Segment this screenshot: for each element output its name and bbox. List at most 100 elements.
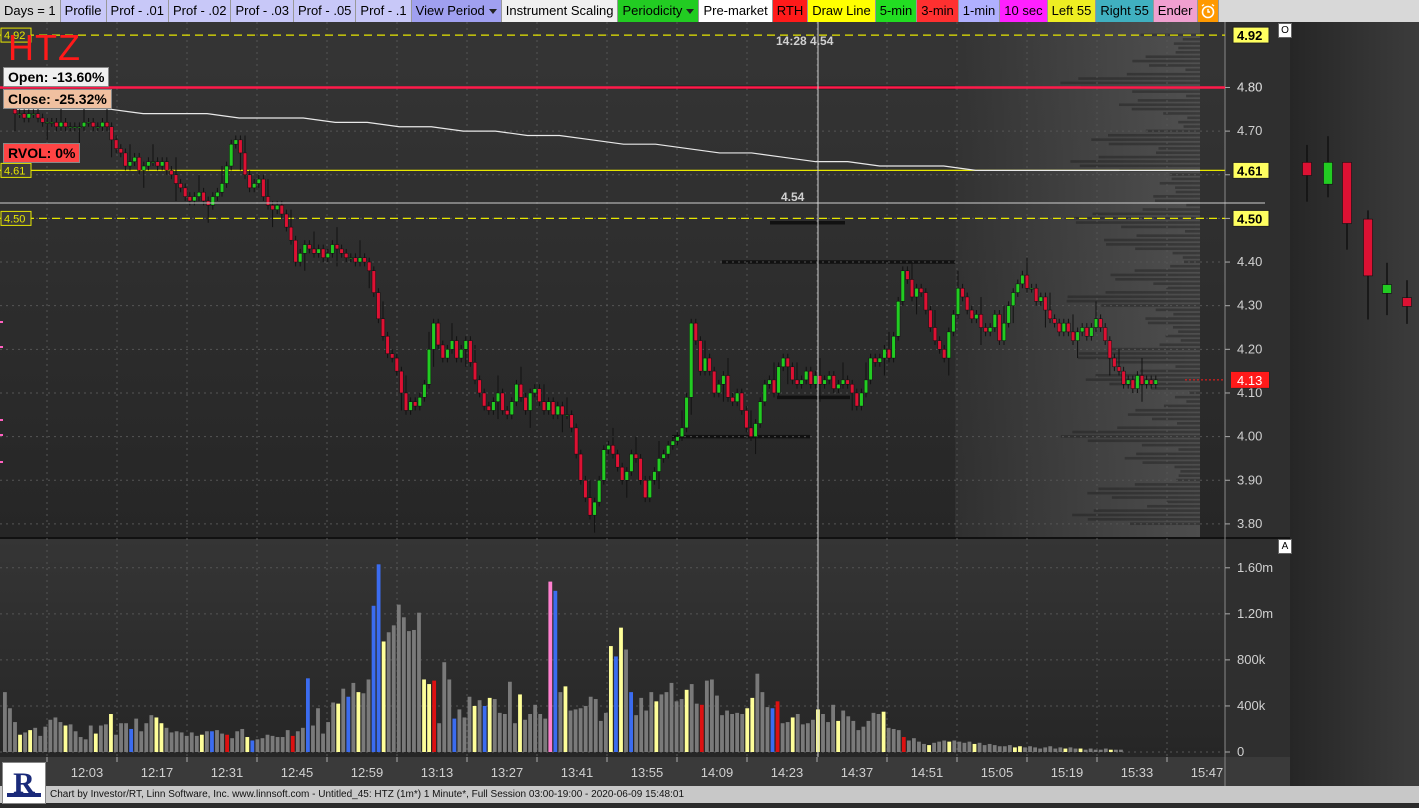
- toolbar-button-pre-market[interactable]: Pre-market: [699, 0, 773, 22]
- candle-body: [1093, 318, 1099, 328]
- volume-profile-bar: [1165, 334, 1200, 338]
- price-tick-label: 3.90: [1237, 472, 1262, 487]
- candle-body: [900, 270, 905, 302]
- mini-candle-body: [1363, 218, 1373, 277]
- candle-body: [1135, 375, 1140, 389]
- volume-bar: [977, 742, 982, 752]
- candle-body: [77, 126, 82, 128]
- toolbar-button-right-55[interactable]: Right 55: [1096, 0, 1154, 22]
- volume-profile-bar: [1180, 339, 1200, 342]
- candle-body: [1052, 318, 1057, 324]
- toolbar-button-1-min[interactable]: 1-min: [958, 0, 1001, 22]
- toolbar-button-instrument-scaling[interactable]: Instrument Scaling: [501, 0, 619, 22]
- volume-bar: [205, 731, 209, 752]
- chart-area[interactable]: 4.804.704.604.504.404.304.204.104.003.90…: [0, 22, 1419, 786]
- volume-bar: [674, 701, 679, 752]
- volume-profile-bar: [1098, 155, 1200, 159]
- volume-profile-bar: [1178, 330, 1200, 333]
- candle-body: [753, 423, 758, 437]
- volume-bar: [770, 708, 775, 752]
- volume-pane-letter[interactable]: A: [1278, 539, 1292, 554]
- volume-bar: [609, 646, 613, 752]
- volume-bar: [280, 737, 285, 752]
- volume-bar: [1058, 747, 1063, 752]
- toolbar-button-prof-05[interactable]: Prof - .05: [293, 0, 357, 22]
- volume-bar: [1038, 748, 1043, 752]
- volume-bar: [336, 703, 341, 752]
- candle-body: [242, 152, 248, 176]
- candle-body: [17, 113, 22, 115]
- volume-profile-bar: [1180, 470, 1200, 473]
- candle-body: [344, 253, 349, 258]
- time-tick-label: 14:37: [841, 765, 874, 780]
- toolbar-button-5-min[interactable]: 5-min: [875, 0, 918, 22]
- toolbar-button-label: View Period: [415, 3, 485, 18]
- volume-bar: [1043, 747, 1048, 752]
- volume-profile-bar: [1171, 177, 1200, 181]
- candle-body: [330, 244, 335, 254]
- volume-profile-bar: [1145, 317, 1200, 320]
- toolbar-button-left-55[interactable]: Left 55: [1047, 0, 1097, 22]
- toolbar-button-draw-line[interactable]: Draw Line: [808, 0, 876, 22]
- volume-bar: [295, 731, 300, 752]
- candle-body: [555, 405, 560, 416]
- volume-profile-bar: [1175, 186, 1200, 189]
- toolbar-button-prof-02[interactable]: Prof - .02: [169, 0, 232, 22]
- volume-profile-bar: [1092, 212, 1200, 216]
- toolbar-button-view-period[interactable]: View Period: [411, 0, 502, 22]
- candle-body: [882, 349, 887, 359]
- price-pane-letter[interactable]: O: [1278, 23, 1292, 38]
- volume-profile-bar: [1136, 234, 1200, 237]
- candle-body: [886, 349, 892, 359]
- candle-body: [905, 270, 910, 280]
- toolbar-button-prof-01[interactable]: Prof - .01: [106, 0, 169, 22]
- candle-body: [380, 318, 386, 337]
- volume-bar: [563, 686, 568, 752]
- volume-bar: [149, 715, 154, 752]
- toolbar-button-3-min[interactable]: 3-min: [917, 0, 959, 22]
- candle-body: [1144, 379, 1149, 385]
- candle-body: [1098, 318, 1103, 328]
- candle-body: [422, 383, 427, 398]
- volume-profile-bar: [1175, 51, 1200, 54]
- candle-body: [583, 480, 588, 498]
- volume-bar: [437, 723, 442, 752]
- candle-body: [560, 405, 565, 416]
- volume-bar: [558, 692, 563, 752]
- toolbar-button-10-sec[interactable]: 10 sec: [1000, 0, 1048, 22]
- volume-profile-bar: [1186, 203, 1200, 207]
- volume-bar: [43, 726, 48, 752]
- volume-bar: [306, 678, 310, 752]
- volume-bar: [114, 734, 118, 752]
- toolbar-button-ender[interactable]: Ender: [1153, 0, 1198, 22]
- toolbar-button-profile[interactable]: Profile: [60, 0, 107, 22]
- candle-body: [137, 157, 142, 171]
- alarm-clock-icon[interactable]: [1197, 0, 1219, 22]
- toolbar-button-days-1[interactable]: Days = 1: [0, 0, 61, 22]
- candle-body: [468, 340, 473, 363]
- candle-body: [495, 392, 501, 402]
- volume-bar: [467, 696, 472, 752]
- volume-bar: [997, 746, 1002, 752]
- volume-bar: [694, 703, 699, 752]
- toolbar-button-rth[interactable]: RTH: [772, 0, 809, 22]
- toolbar-button-label: Prof - .03: [235, 3, 289, 18]
- candle-body: [656, 458, 662, 472]
- toolbar-button-label: RTH: [776, 3, 804, 18]
- toolbar-button-periodicity[interactable]: Periodicity: [618, 0, 700, 22]
- candle-body: [72, 126, 77, 128]
- toolbar-button-label: 10 sec: [1004, 3, 1043, 18]
- candle-body: [500, 392, 505, 411]
- volume-bar: [785, 722, 790, 752]
- candle-body: [965, 296, 970, 311]
- volume-profile-bar: [1172, 251, 1200, 255]
- toolbar-button-prof-1[interactable]: Prof - .1: [356, 0, 412, 22]
- candle-body: [58, 122, 64, 127]
- candle-body: [891, 335, 896, 359]
- volume-bar: [634, 715, 639, 752]
- toolbar-button-prof-03[interactable]: Prof - .03: [231, 0, 294, 22]
- candle-body: [164, 161, 169, 171]
- volume-profile-bar: [1072, 513, 1200, 517]
- volume-bar: [502, 714, 507, 752]
- volume-bar: [154, 717, 159, 752]
